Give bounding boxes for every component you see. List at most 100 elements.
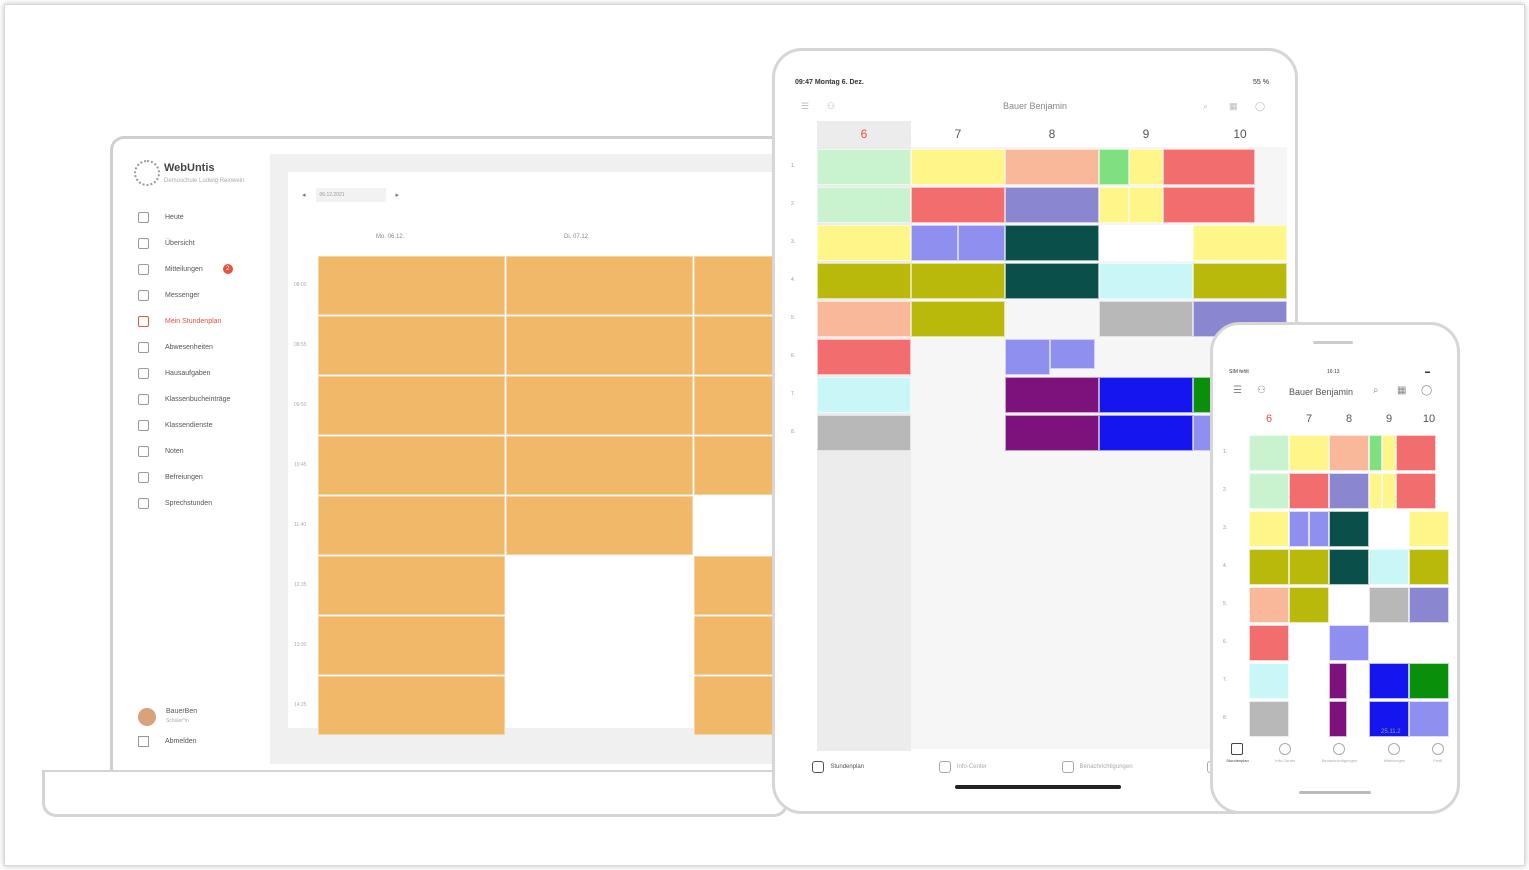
lesson-block[interactable] bbox=[1369, 473, 1382, 509]
lesson-cell[interactable] bbox=[694, 436, 774, 495]
lesson-block[interactable] bbox=[1369, 663, 1409, 699]
menu-icon[interactable]: ☰ bbox=[1233, 385, 1242, 396]
lesson-block[interactable] bbox=[1099, 187, 1129, 223]
day-header[interactable]: 9 bbox=[1369, 413, 1409, 425]
lesson-block[interactable] bbox=[1099, 301, 1193, 337]
day-header[interactable]: 9 bbox=[1099, 127, 1193, 141]
lesson-block[interactable] bbox=[1409, 587, 1449, 623]
tab-0[interactable]: Stundenplan bbox=[1226, 743, 1249, 773]
lesson-block[interactable] bbox=[1005, 339, 1050, 375]
lesson-cell[interactable] bbox=[318, 316, 505, 375]
lesson-block[interactable] bbox=[1249, 511, 1289, 547]
lesson-cell[interactable] bbox=[506, 436, 693, 495]
sidebar-item-11[interactable]: Sprechstunden bbox=[138, 496, 212, 510]
lesson-block[interactable] bbox=[1289, 549, 1329, 585]
tab-3[interactable]: Mitteilungen bbox=[1384, 743, 1405, 773]
lesson-block[interactable] bbox=[1099, 149, 1129, 185]
lesson-block[interactable] bbox=[1099, 377, 1193, 413]
date-picker[interactable]: 06.12.2021 bbox=[315, 188, 386, 202]
message-icon[interactable]: ◯ bbox=[1255, 101, 1265, 112]
avatar[interactable] bbox=[138, 708, 156, 726]
sidebar-item-1[interactable]: Übersicht bbox=[138, 236, 195, 250]
tab-2[interactable]: Benachrichtigungen bbox=[1322, 743, 1357, 773]
lesson-block[interactable] bbox=[1249, 701, 1289, 737]
lesson-block[interactable] bbox=[1289, 473, 1329, 509]
day-header[interactable]: 10 bbox=[1409, 413, 1449, 425]
lesson-block[interactable] bbox=[1129, 187, 1163, 223]
lesson-block[interactable] bbox=[1409, 549, 1449, 585]
lesson-cell[interactable] bbox=[694, 256, 774, 315]
lesson-cell[interactable] bbox=[506, 376, 693, 435]
lesson-cell[interactable] bbox=[694, 676, 774, 735]
lesson-block[interactable] bbox=[1382, 435, 1396, 471]
lesson-block[interactable] bbox=[1005, 415, 1099, 451]
day-header[interactable]: 7 bbox=[911, 127, 1005, 141]
lesson-block[interactable] bbox=[1382, 473, 1396, 509]
sidebar-item-8[interactable]: Klassendienste bbox=[138, 418, 212, 432]
logout-button[interactable]: Abmelden bbox=[138, 736, 197, 747]
lesson-block[interactable] bbox=[911, 225, 958, 261]
lesson-block[interactable] bbox=[817, 415, 911, 451]
lesson-block[interactable] bbox=[1289, 587, 1329, 623]
lesson-block[interactable] bbox=[1329, 511, 1369, 547]
tab-1[interactable]: Info-Center bbox=[938, 761, 987, 773]
lesson-block[interactable] bbox=[817, 301, 911, 337]
sidebar-item-0[interactable]: Heute bbox=[138, 210, 184, 224]
sidebar-item-5[interactable]: Abwesenheiten bbox=[138, 340, 213, 354]
lesson-cell[interactable] bbox=[318, 436, 505, 495]
lesson-block[interactable] bbox=[1329, 473, 1369, 509]
lesson-block[interactable] bbox=[1329, 435, 1369, 471]
lesson-block[interactable] bbox=[1409, 701, 1449, 737]
lesson-block[interactable] bbox=[1193, 263, 1287, 299]
lesson-block[interactable] bbox=[1129, 149, 1163, 185]
lesson-block[interactable] bbox=[1163, 187, 1255, 223]
lesson-cell[interactable] bbox=[506, 256, 693, 315]
lesson-block[interactable] bbox=[1005, 377, 1099, 413]
day-header[interactable]: 6 bbox=[1249, 413, 1289, 425]
day-header[interactable]: 8 bbox=[1005, 127, 1099, 141]
lesson-block[interactable] bbox=[1249, 663, 1289, 699]
lesson-cell[interactable] bbox=[694, 316, 774, 375]
people-icon[interactable]: ⚇ bbox=[1257, 385, 1266, 396]
lesson-block[interactable] bbox=[1005, 187, 1099, 223]
day-header[interactable]: 10 bbox=[1193, 127, 1287, 141]
lesson-block[interactable] bbox=[1005, 225, 1099, 261]
lesson-block[interactable] bbox=[817, 339, 911, 375]
tab-4[interactable]: Profil bbox=[1431, 743, 1444, 773]
message-icon[interactable]: ◯ bbox=[1421, 385, 1432, 396]
sidebar-item-6[interactable]: Hausaufgaben bbox=[138, 366, 211, 380]
search-icon[interactable]: ⌕ bbox=[1203, 101, 1208, 112]
lesson-block[interactable] bbox=[958, 225, 1005, 261]
lesson-block[interactable] bbox=[1099, 225, 1193, 261]
lesson-block[interactable] bbox=[1163, 149, 1255, 185]
lesson-block[interactable] bbox=[1193, 225, 1287, 261]
calendar-view-icon[interactable]: ▦ bbox=[1397, 385, 1406, 396]
lesson-block[interactable] bbox=[1005, 263, 1099, 299]
sidebar-item-7[interactable]: Klassenbucheinträge bbox=[138, 392, 230, 406]
lesson-block[interactable] bbox=[911, 187, 1005, 223]
prev-week-icon[interactable]: ◂ bbox=[302, 191, 306, 199]
tab-0[interactable]: Stundenplan bbox=[812, 761, 864, 773]
lesson-block[interactable] bbox=[817, 225, 911, 261]
lesson-block[interactable] bbox=[1309, 511, 1329, 547]
lesson-block[interactable] bbox=[1329, 625, 1369, 661]
lesson-block[interactable] bbox=[817, 263, 911, 299]
lesson-block[interactable] bbox=[911, 301, 1005, 337]
lesson-block[interactable] bbox=[1289, 511, 1309, 547]
lesson-cell[interactable] bbox=[318, 376, 505, 435]
sidebar-item-10[interactable]: Befreiungen bbox=[138, 470, 203, 484]
day-header[interactable]: 6 bbox=[817, 127, 911, 141]
lesson-cell[interactable] bbox=[506, 496, 693, 555]
lesson-cell[interactable] bbox=[694, 376, 774, 435]
lesson-block[interactable] bbox=[1249, 625, 1289, 661]
lesson-cell[interactable] bbox=[318, 496, 505, 555]
lesson-cell[interactable] bbox=[506, 316, 693, 375]
sidebar-item-2[interactable]: Mitteilungen 2 bbox=[138, 262, 233, 276]
lesson-block[interactable] bbox=[911, 263, 1005, 299]
lesson-block[interactable] bbox=[1369, 587, 1409, 623]
lesson-block[interactable] bbox=[817, 149, 911, 185]
lesson-block[interactable] bbox=[1369, 435, 1382, 471]
lesson-block[interactable] bbox=[1329, 701, 1347, 737]
lesson-cell[interactable] bbox=[318, 616, 505, 675]
lesson-block[interactable] bbox=[1396, 473, 1436, 509]
